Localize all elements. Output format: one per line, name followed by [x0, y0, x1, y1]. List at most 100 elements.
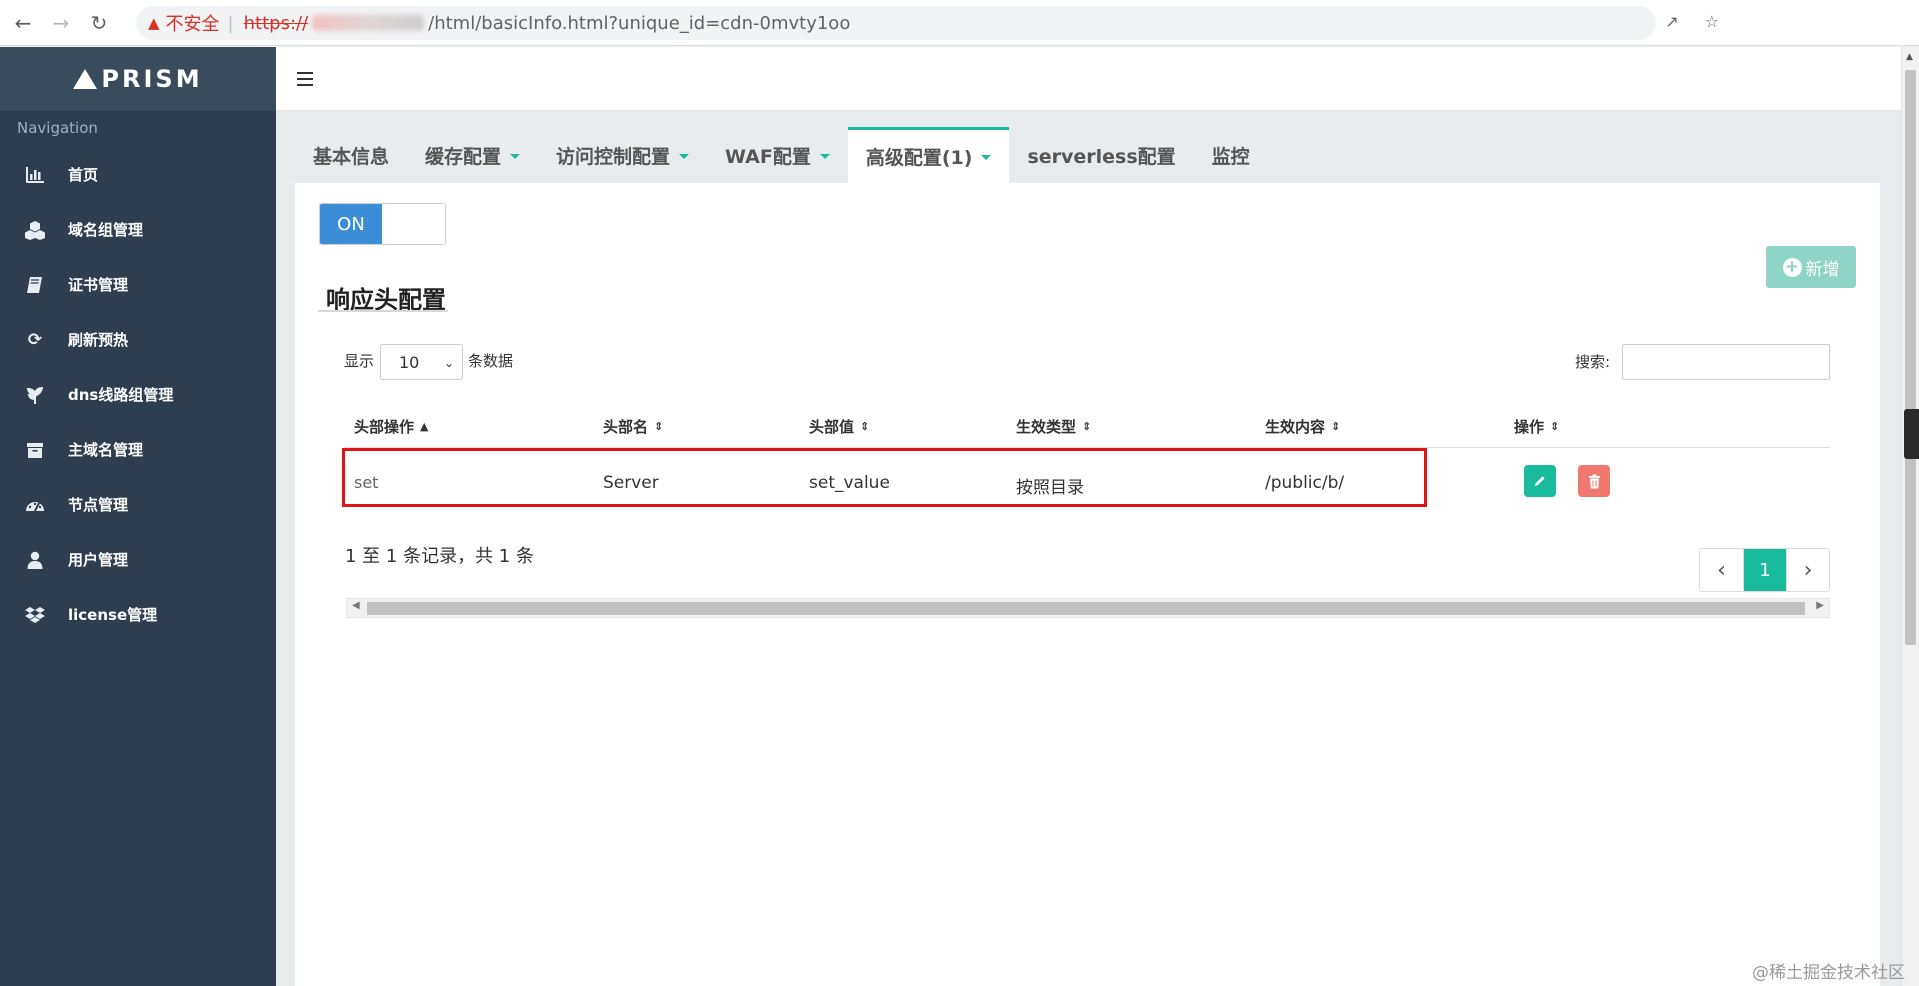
page-length-select[interactable]: 10 ⌄	[380, 344, 463, 380]
sort-icon: ⇕	[1331, 420, 1341, 433]
search-label: 搜索:	[1575, 353, 1611, 371]
prev-page-button[interactable]: ‹	[1700, 549, 1743, 591]
scroll-left-icon[interactable]: ◀	[352, 600, 360, 611]
back-button[interactable]: ←	[8, 8, 38, 38]
caret-down-icon	[819, 153, 830, 159]
sidebar-item-label: 节点管理	[68, 496, 129, 514]
pagination: ‹ 1 ›	[1699, 548, 1830, 592]
forward-button[interactable]: →	[46, 8, 76, 38]
dashboard-icon	[24, 495, 46, 515]
edit-button[interactable]	[1524, 465, 1556, 497]
sidebar-item-label: 证书管理	[68, 276, 129, 294]
scrollbar-thumb[interactable]	[1905, 70, 1916, 645]
add-button[interactable]: + 新增	[1766, 246, 1856, 288]
column-header-op[interactable]: 头部操作 ▲	[354, 416, 428, 437]
page-1-button[interactable]: 1	[1743, 549, 1786, 591]
sidebar-item-label: license管理	[68, 606, 158, 624]
sidebar-item-main-domains[interactable]: 主域名管理	[0, 422, 276, 477]
side-widget[interactable]	[1904, 409, 1919, 459]
sort-icon: ⇕	[654, 420, 664, 433]
page-length-value: 10	[399, 352, 420, 372]
sidebar-item-certificates[interactable]: 证书管理	[0, 257, 276, 312]
sidebar-item-label: 首页	[68, 166, 99, 184]
scroll-up-icon[interactable]: ▲	[1906, 52, 1913, 62]
sidebar-item-label: 用户管理	[68, 551, 129, 569]
cubes-icon	[24, 220, 46, 240]
plus-circle-icon: +	[1782, 257, 1802, 277]
tab-waf-config[interactable]: WAF配置	[707, 127, 848, 183]
sidebar-item-label: 域名组管理	[68, 221, 144, 239]
caret-down-icon	[981, 155, 992, 160]
section-divider	[318, 310, 448, 312]
table-header: 头部操作 ▲ 头部名 ⇕ 头部值 ⇕ 生效类型 ⇕ 生效内容 ⇕ 操作 ⇕	[344, 412, 1830, 448]
scrollbar-thumb[interactable]	[367, 602, 1805, 615]
bookmark-star-icon[interactable]: ☆	[1705, 12, 1719, 31]
table-info: 1 至 1 条记录，共 1 条	[345, 546, 534, 567]
length-suffix: 条数据	[468, 352, 514, 370]
enable-toggle[interactable]: ON	[319, 203, 446, 245]
column-header-actions[interactable]: 操作 ⇕	[1514, 416, 1559, 437]
column-header-value[interactable]: 头部值 ⇕	[809, 416, 869, 437]
tab-label: serverless配置	[1027, 145, 1176, 168]
user-icon	[24, 550, 46, 570]
column-label: 生效内容	[1265, 418, 1326, 436]
book-icon	[24, 275, 46, 295]
config-tabs: 基本信息 缓存配置 访问控制配置 WAF配置 高级配置(1) serverles…	[295, 127, 1268, 183]
column-label: 头部名	[603, 418, 649, 436]
tab-monitor[interactable]: 监控	[1194, 127, 1268, 183]
column-label: 头部操作	[354, 418, 415, 436]
tab-serverless-config[interactable]: serverless配置	[1009, 127, 1193, 183]
table-horizontal-scrollbar[interactable]: ◀ ▶	[346, 598, 1830, 618]
annotation-highlight-box	[342, 448, 1427, 507]
url-scheme: https://	[243, 12, 309, 34]
sidebar-item-domain-groups[interactable]: 域名组管理	[0, 202, 276, 257]
menu-toggle-icon[interactable]	[297, 72, 313, 86]
trash-icon	[1588, 474, 1600, 488]
url-path: /html/basicInfo.html?unique_id=cdn-0mvty…	[428, 12, 851, 34]
tab-basic-info[interactable]: 基本信息	[295, 127, 407, 183]
toggle-on-label: ON	[320, 204, 382, 244]
delete-button[interactable]	[1578, 465, 1610, 497]
tab-label: WAF配置	[725, 145, 811, 168]
nav-section-title: Navigation	[17, 119, 98, 137]
url-host-redacted	[312, 15, 425, 31]
logo-triangle-icon	[73, 69, 98, 89]
tab-label: 缓存配置	[425, 145, 502, 168]
pencil-icon	[1535, 476, 1545, 486]
address-bar[interactable]: ▲ 不安全 | https:// /html/basicInfo.html?un…	[136, 6, 1656, 40]
column-label: 头部值	[809, 418, 855, 436]
tab-advanced-config[interactable]: 高级配置(1)	[847, 127, 1010, 183]
bar-chart-icon	[24, 165, 46, 185]
dropbox-icon	[24, 605, 46, 625]
column-header-content[interactable]: 生效内容 ⇕	[1265, 416, 1340, 437]
sidebar-item-nodes[interactable]: 节点管理	[0, 477, 276, 532]
logo[interactable]: PRISM	[0, 47, 276, 111]
column-header-type[interactable]: 生效类型 ⇕	[1016, 416, 1091, 437]
caret-down-icon	[679, 153, 690, 159]
share-icon[interactable]: ↗	[1665, 12, 1678, 31]
scroll-right-icon[interactable]: ▶	[1816, 600, 1824, 611]
sort-icon: ⇕	[860, 420, 870, 433]
watermark: @稀土掘金技术社区	[1752, 963, 1905, 983]
column-header-name[interactable]: 头部名 ⇕	[603, 416, 663, 437]
sidebar-item-refresh-preheat[interactable]: ⟳ 刷新预热	[0, 312, 276, 367]
chevron-down-icon: ⌄	[443, 356, 454, 370]
sidebar-item-license[interactable]: license管理	[0, 587, 276, 642]
tab-cache-config[interactable]: 缓存配置	[407, 127, 538, 183]
page-vertical-scrollbar[interactable]: ▲	[1901, 47, 1919, 986]
sidebar-item-dns-line-groups[interactable]: dns线路组管理	[0, 367, 276, 422]
leaf-icon	[24, 385, 46, 405]
tab-access-control[interactable]: 访问控制配置	[538, 127, 707, 183]
sidebar-item-home[interactable]: 首页	[0, 147, 276, 202]
search-input[interactable]	[1622, 344, 1830, 380]
column-label: 操作	[1514, 418, 1545, 436]
refresh-icon: ⟳	[27, 329, 43, 350]
next-page-button[interactable]: ›	[1786, 549, 1829, 591]
sort-icon: ⇕	[1082, 420, 1092, 433]
sidebar-item-label: 刷新预热	[68, 331, 129, 349]
length-prefix: 显示	[344, 352, 375, 370]
reload-button[interactable]: ↻	[84, 8, 114, 38]
sidebar-item-users[interactable]: 用户管理	[0, 532, 276, 587]
sidebar-item-label: dns线路组管理	[68, 386, 174, 404]
sidebar-item-label: 主域名管理	[68, 441, 144, 459]
